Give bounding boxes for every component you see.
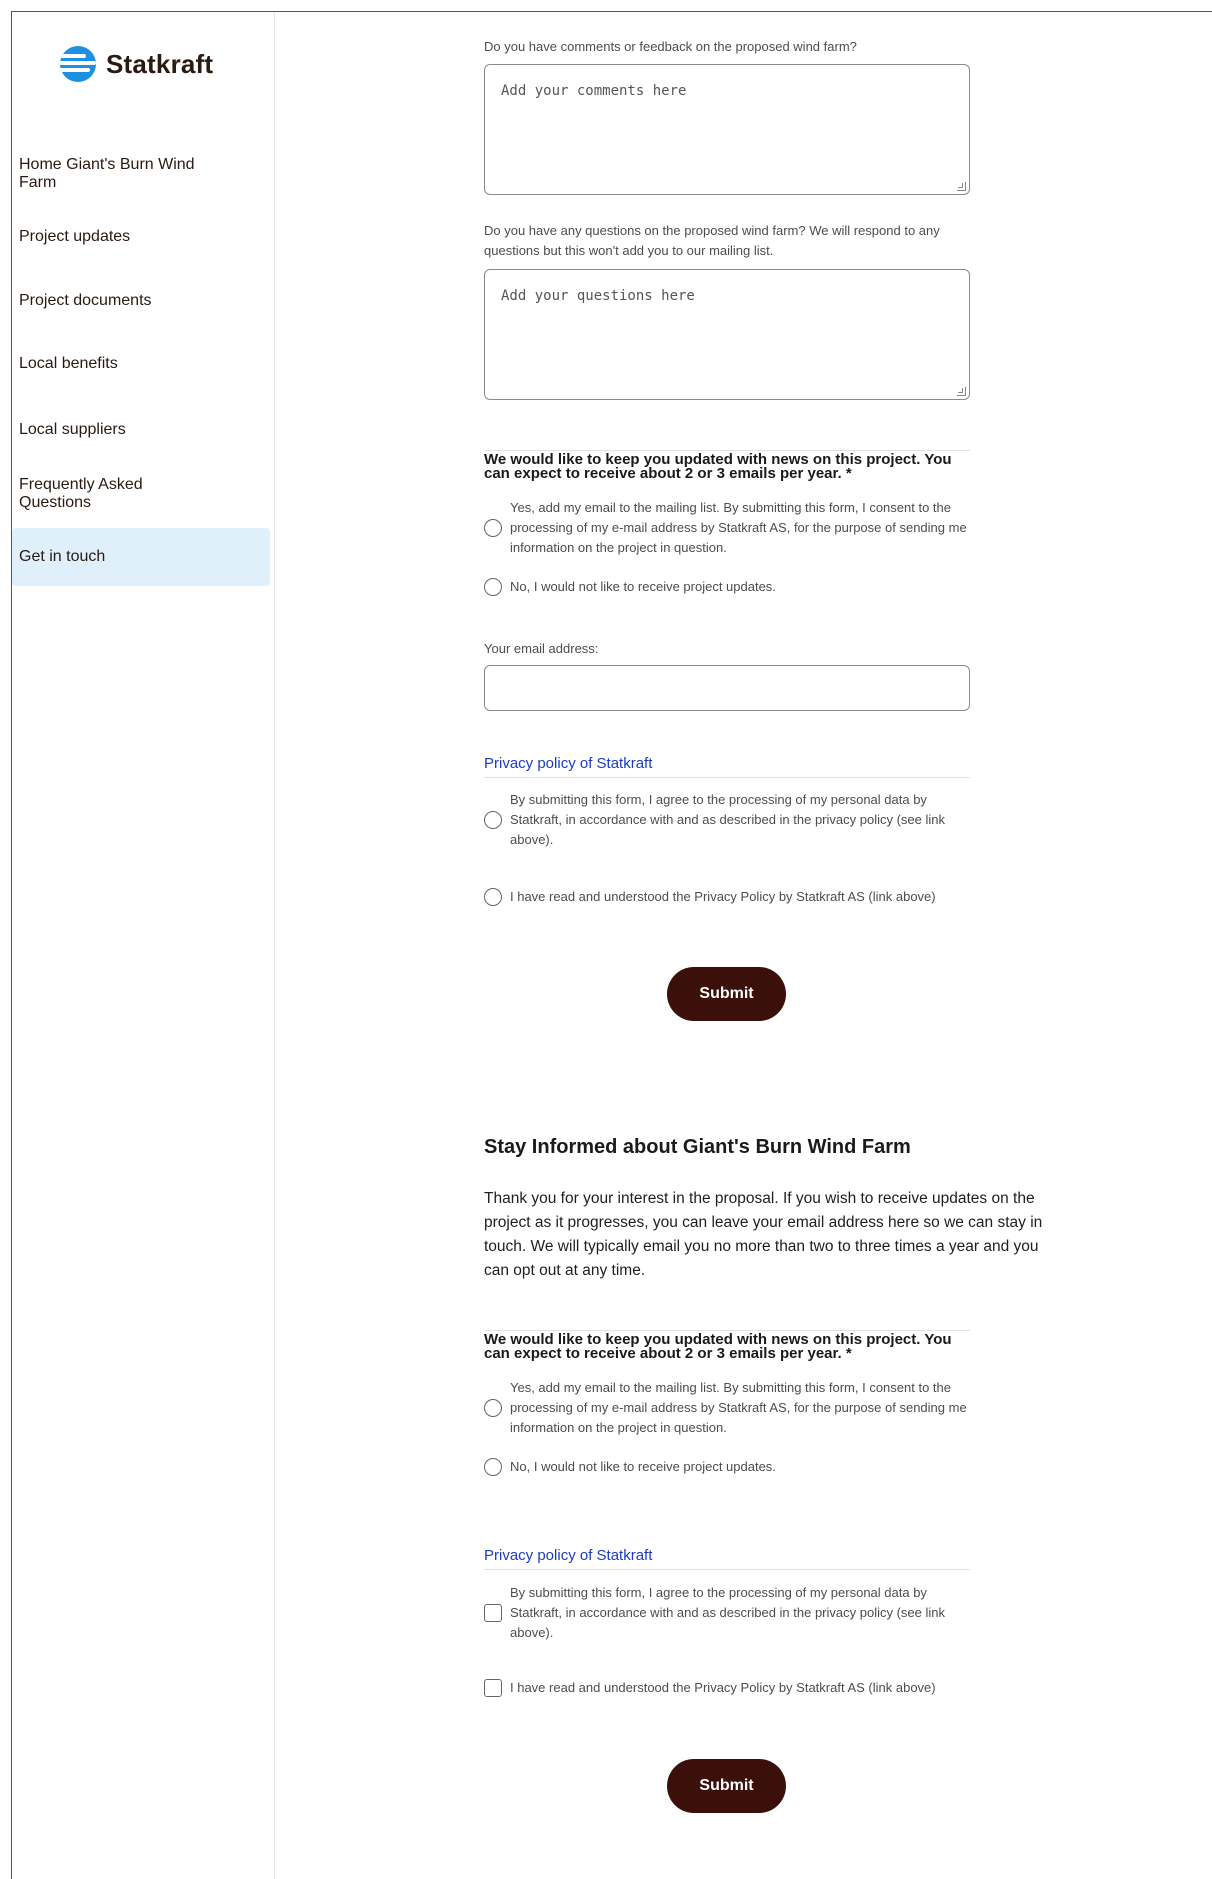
option-yes-label: Yes, add my email to the mailing list. B… xyxy=(510,500,967,555)
sidebar-item-faq[interactable]: Frequently Asked Questions xyxy=(12,476,270,512)
stay-informed-title: Stay Informed about Giant's Burn Wind Fa… xyxy=(484,1136,911,1158)
option-no-updates[interactable]: No, I would not like to receive project … xyxy=(484,577,984,597)
sidebar-item-label: Local suppliers xyxy=(19,421,126,438)
sidebar-item-label: Project updates xyxy=(19,228,131,245)
consent-read-option-2[interactable]: I have read and understood the Privacy P… xyxy=(484,1678,984,1698)
sidebar-item-local-suppliers[interactable]: Local suppliers xyxy=(12,421,270,439)
submit-button[interactable]: Submit xyxy=(667,967,786,1021)
radio-no[interactable] xyxy=(484,578,502,596)
updates-question-title: We would like to keep you updated with n… xyxy=(484,450,970,481)
sidebar-item-project-updates[interactable]: Project updates xyxy=(12,228,270,246)
sidebar-item-get-in-touch[interactable]: Get in touch xyxy=(12,528,270,586)
sidebar-item-home[interactable]: Home Giant's Burn Wind Farm xyxy=(12,156,270,192)
questions-placeholder: Add your questions here xyxy=(501,288,695,304)
checkbox-consent-read[interactable] xyxy=(484,1679,502,1697)
privacy-policy-link-2[interactable]: Privacy policy of Statkraft xyxy=(484,1547,970,1570)
sidebar-item-label: Project documents xyxy=(19,292,152,309)
consent-read-label-2: I have read and understood the Privacy P… xyxy=(510,1680,936,1695)
radio-consent-processing[interactable] xyxy=(484,811,502,829)
privacy-policy-link[interactable]: Privacy policy of Statkraft xyxy=(484,755,970,778)
resize-handle-icon[interactable] xyxy=(957,182,966,191)
sidebar-item-label: Local benefits xyxy=(19,355,118,372)
consent-processing-label-2: By submitting this form, I agree to the … xyxy=(510,1585,945,1640)
comments-textarea[interactable]: Add your comments here xyxy=(484,64,970,195)
email-field[interactable] xyxy=(484,665,970,711)
email-label: Your email address: xyxy=(484,641,599,656)
consent-read-option[interactable]: I have read and understood the Privacy P… xyxy=(484,887,984,907)
comments-placeholder: Add your comments here xyxy=(501,83,687,99)
resize-handle-icon[interactable] xyxy=(957,387,966,396)
updates-question-title-2: We would like to keep you updated with n… xyxy=(484,1330,970,1361)
stay-informed-intro: Thank you for your interest in the propo… xyxy=(484,1190,1043,1279)
consent-processing-option-2[interactable]: By submitting this form, I agree to the … xyxy=(484,1583,984,1643)
sidebar: Statkraft Home Giant's Burn Wind Farm Pr… xyxy=(12,12,275,1879)
radio-yes[interactable] xyxy=(484,519,502,537)
submit-button-2[interactable]: Submit xyxy=(667,1759,786,1813)
questions-textarea[interactable]: Add your questions here xyxy=(484,269,970,400)
statkraft-logo-icon xyxy=(60,46,96,82)
sidebar-item-label: Get in touch xyxy=(19,548,106,565)
radio-consent-read[interactable] xyxy=(484,888,502,906)
sidebar-item-label: Frequently Asked Questions xyxy=(19,476,143,511)
option-yes-label-2: Yes, add my email to the mailing list. B… xyxy=(510,1380,967,1435)
statkraft-logo[interactable]: Statkraft xyxy=(60,46,213,82)
option-no-label: No, I would not like to receive project … xyxy=(510,579,776,594)
sidebar-item-local-benefits[interactable]: Local benefits xyxy=(12,355,270,373)
sidebar-item-label: Home Giant's Burn Wind Farm xyxy=(19,156,195,191)
radio-yes-2[interactable] xyxy=(484,1399,502,1417)
option-yes-mailing-list-2[interactable]: Yes, add my email to the mailing list. B… xyxy=(484,1378,984,1438)
questions-label: Do you have any questions on the propose… xyxy=(484,223,940,258)
sidebar-item-project-documents[interactable]: Project documents xyxy=(12,292,270,310)
option-no-label-2: No, I would not like to receive project … xyxy=(510,1459,776,1474)
consent-processing-label: By submitting this form, I agree to the … xyxy=(510,792,945,847)
option-no-updates-2[interactable]: No, I would not like to receive project … xyxy=(484,1457,984,1477)
consent-processing-option[interactable]: By submitting this form, I agree to the … xyxy=(484,790,984,850)
checkbox-consent-processing[interactable] xyxy=(484,1604,502,1622)
comments-label: Do you have comments or feedback on the … xyxy=(484,39,857,54)
brand-name: Statkraft xyxy=(106,48,214,79)
consent-read-label: I have read and understood the Privacy P… xyxy=(510,889,936,904)
option-yes-mailing-list[interactable]: Yes, add my email to the mailing list. B… xyxy=(484,498,984,558)
radio-no-2[interactable] xyxy=(484,1458,502,1476)
